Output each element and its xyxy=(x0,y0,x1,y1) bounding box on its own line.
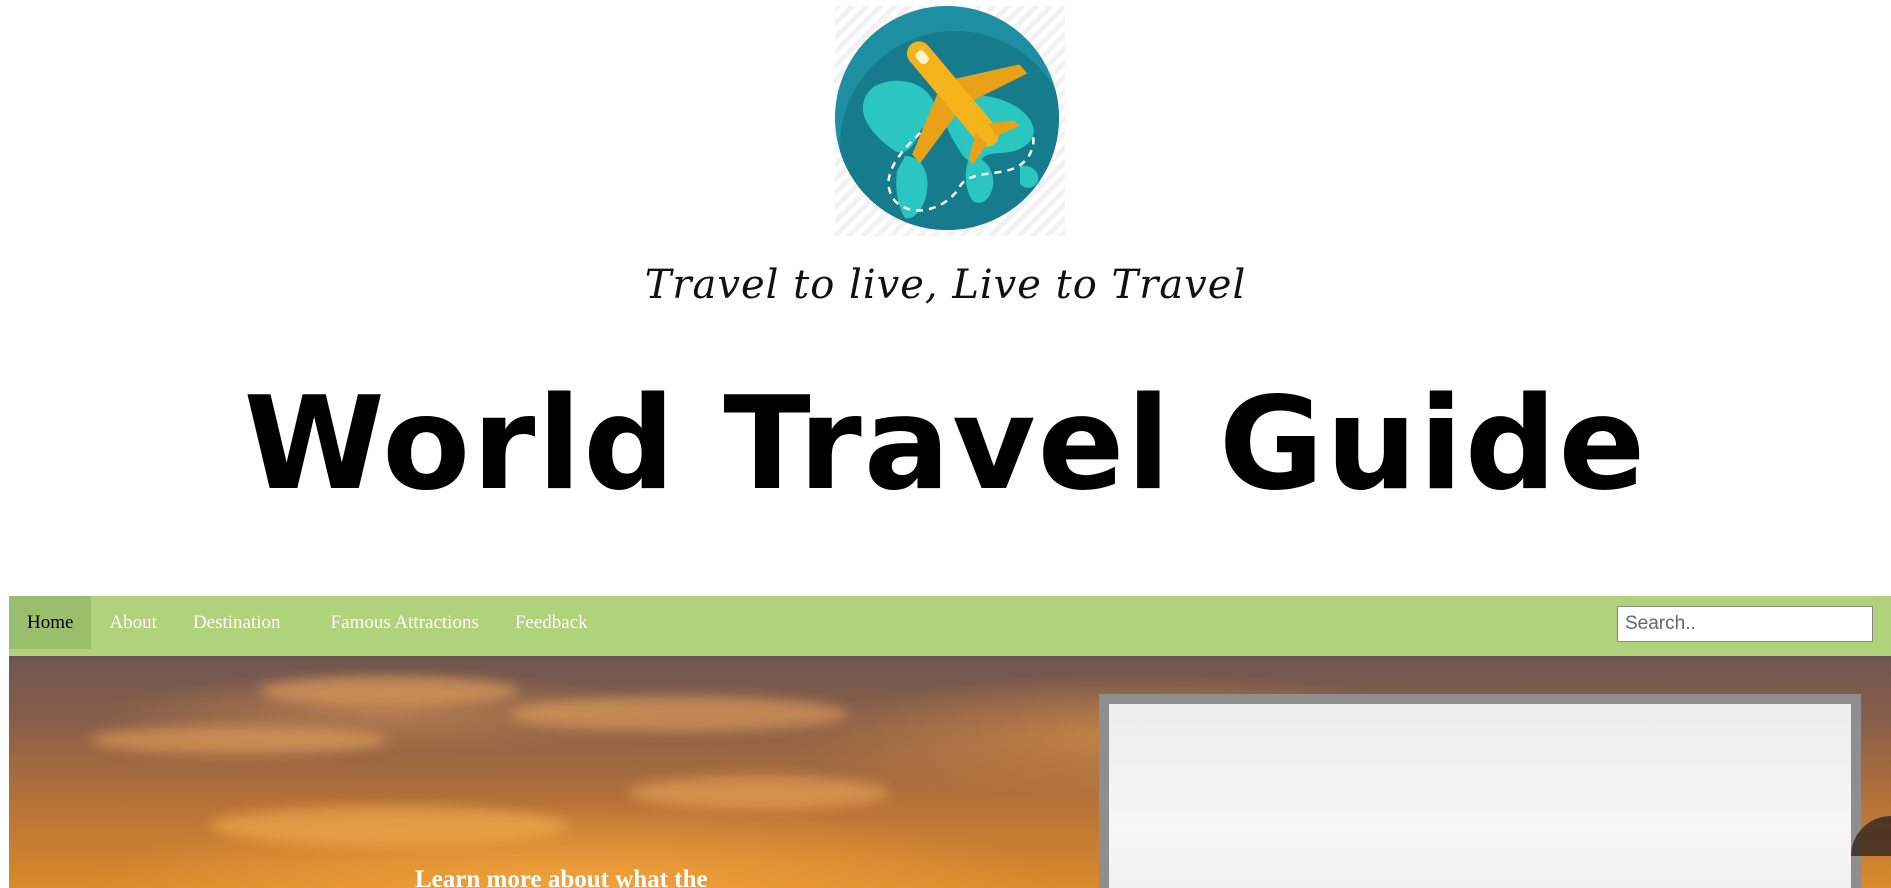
nav-item-destination[interactable]: Destination xyxy=(175,596,313,649)
cloud-decoration xyxy=(629,776,889,810)
main-navbar: Home About Destination Famous Attraction… xyxy=(9,596,1891,656)
cloud-decoration xyxy=(89,726,389,754)
site-logo xyxy=(835,6,1065,236)
site-tagline: Travel to live, Live to Travel xyxy=(644,262,1247,308)
globe-airplane-logo-icon xyxy=(835,6,1065,236)
nav-item-home[interactable]: Home xyxy=(9,596,92,649)
hero-banner: Learn more about what the xyxy=(9,656,1891,888)
hero-panel xyxy=(1099,694,1861,888)
hero-text: Learn more about what the xyxy=(415,866,708,888)
cloud-decoration xyxy=(209,806,569,846)
nav-item-feedback[interactable]: Feedback xyxy=(497,596,606,649)
nav-item-about[interactable]: About xyxy=(91,596,175,649)
search-input[interactable] xyxy=(1617,606,1873,642)
cloud-decoration xyxy=(259,676,519,706)
nav-item-famous-attractions[interactable]: Famous Attractions xyxy=(313,596,497,649)
hero-panel-content xyxy=(1109,704,1851,888)
cloud-decoration xyxy=(509,696,849,732)
page-title: World Travel Guide xyxy=(243,370,1648,519)
